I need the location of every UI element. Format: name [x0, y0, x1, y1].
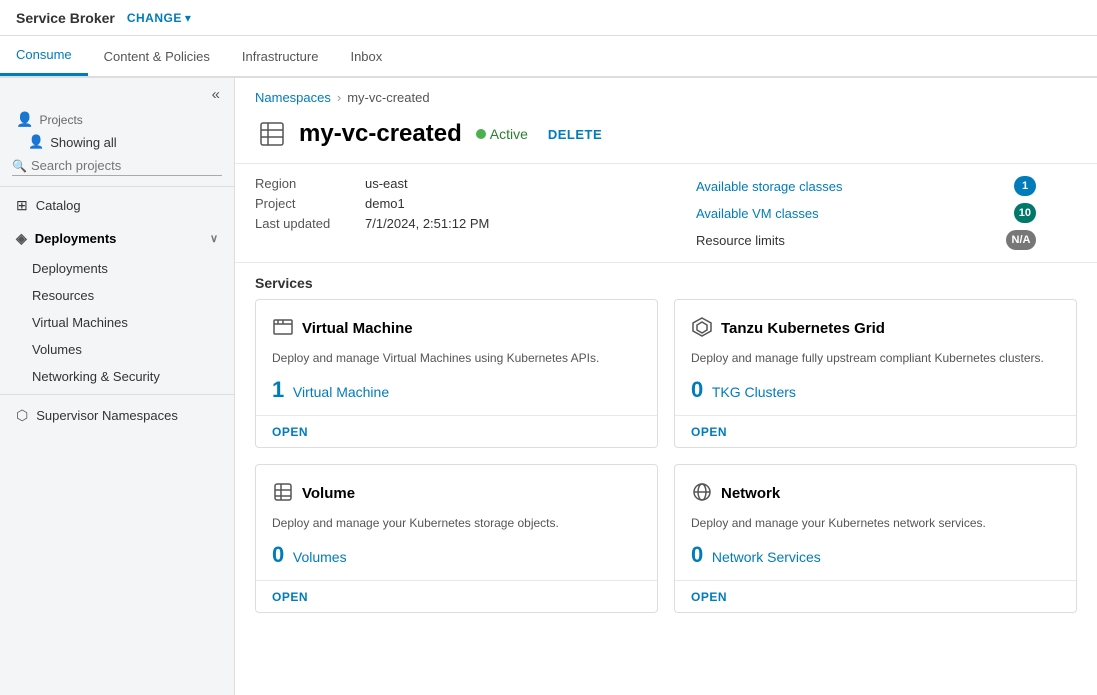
- sidebar-item-deployments[interactable]: ◈ Deployments ∨: [0, 222, 234, 255]
- network-open-link[interactable]: OPEN: [691, 590, 727, 604]
- tanzu-kubernetes-count-label: TKG Clusters: [712, 384, 796, 400]
- namespace-icon: [255, 117, 289, 151]
- breadcrumb-parent-link[interactable]: Namespaces: [255, 90, 331, 105]
- tanzu-kubernetes-grid-card-title: Tanzu Kubernetes Grid: [721, 320, 885, 337]
- breadcrumb-current: my-vc-created: [347, 90, 429, 105]
- project-value: demo1: [365, 196, 405, 211]
- projects-icon: 👤: [16, 111, 33, 128]
- volume-count-label: Volumes: [293, 549, 347, 565]
- project-label: Project: [255, 196, 365, 211]
- network-card-title: Network: [721, 485, 780, 502]
- virtual-machine-count-num: 1: [272, 377, 284, 402]
- region-value: us-east: [365, 176, 408, 191]
- services-section-label: Services: [235, 262, 1097, 299]
- network-count-label: Network Services: [712, 549, 821, 565]
- status-label: Active: [490, 126, 528, 142]
- projects-label: Projects: [39, 113, 82, 127]
- breadcrumb-separator: ›: [337, 90, 341, 105]
- sidebar-sub-item-resources[interactable]: Resources: [0, 282, 234, 309]
- vm-classes-row: Available VM classes 10: [696, 203, 1036, 223]
- virtual-machine-card-title: Virtual Machine: [302, 320, 413, 337]
- service-card-tanzu-kubernetes-grid: Tanzu Kubernetes Grid Deploy and manage …: [674, 299, 1077, 448]
- last-updated-label: Last updated: [255, 216, 365, 231]
- sidebar-collapse-button[interactable]: «: [206, 84, 226, 105]
- region-label: Region: [255, 176, 365, 191]
- tab-consume[interactable]: Consume: [0, 36, 88, 76]
- sidebar-sub-item-virtual-machines[interactable]: Virtual Machines: [0, 309, 234, 336]
- sidebar-sub-item-deployments[interactable]: Deployments: [0, 255, 234, 282]
- storage-classes-link[interactable]: Available storage classes: [696, 179, 842, 194]
- tanzu-kubernetes-count-num: 0: [691, 377, 703, 402]
- volume-card-icon: [272, 481, 294, 506]
- page-title: my-vc-created: [299, 120, 462, 148]
- sidebar-item-catalog[interactable]: ⊞ Catalog: [0, 189, 234, 222]
- showing-all-label: Showing all: [50, 135, 117, 150]
- network-card-desc: Deploy and manage your Kubernetes networ…: [691, 514, 1060, 532]
- service-card-volume: Volume Deploy and manage your Kubernetes…: [255, 464, 658, 613]
- sidebar-sub-item-volumes[interactable]: Volumes: [0, 336, 234, 363]
- breadcrumb: Namespaces › my-vc-created: [235, 78, 1097, 111]
- tab-inbox[interactable]: Inbox: [334, 36, 398, 76]
- search-projects-input[interactable]: [31, 158, 222, 173]
- virtual-machine-card-icon: [272, 316, 294, 341]
- last-updated-value: 7/1/2024, 2:51:12 PM: [365, 216, 489, 231]
- storage-classes-row: Available storage classes 1: [696, 176, 1036, 196]
- status-badge: Active: [476, 126, 528, 142]
- vm-classes-link[interactable]: Available VM classes: [696, 206, 819, 221]
- sidebar-sub-item-networking-security[interactable]: Networking & Security: [0, 363, 234, 390]
- supervisor-namespaces-icon: ⬡: [16, 407, 28, 424]
- deployments-icon: ◈: [16, 230, 27, 247]
- resource-limits-badge: N/A: [1006, 230, 1036, 250]
- service-broker-brand: Service Broker: [16, 10, 115, 26]
- change-button[interactable]: CHANGE ▾: [127, 11, 191, 25]
- delete-button[interactable]: DELETE: [548, 127, 602, 142]
- showing-all-icon: 👤: [28, 134, 44, 150]
- tanzu-kubernetes-grid-card-desc: Deploy and manage fully upstream complia…: [691, 349, 1060, 367]
- vm-classes-badge: 10: [1014, 203, 1036, 223]
- tanzu-kubernetes-grid-open-link[interactable]: OPEN: [691, 425, 727, 439]
- change-label: CHANGE: [127, 11, 182, 25]
- storage-classes-badge: 1: [1014, 176, 1036, 196]
- sidebar-item-supervisor-namespaces[interactable]: ⬡ Supervisor Namespaces: [0, 399, 234, 432]
- deployments-chevron-icon: ∨: [210, 232, 218, 245]
- resource-limits-row: Resource limits N/A: [696, 230, 1036, 250]
- tab-infrastructure[interactable]: Infrastructure: [226, 36, 335, 76]
- chevron-down-icon: ▾: [185, 11, 191, 25]
- volume-count-num: 0: [272, 542, 284, 567]
- status-dot: [476, 129, 486, 139]
- tanzu-kubernetes-grid-card-icon: [691, 316, 713, 341]
- virtual-machine-card-desc: Deploy and manage Virtual Machines using…: [272, 349, 641, 367]
- network-count-num: 0: [691, 542, 703, 567]
- volume-open-link[interactable]: OPEN: [272, 590, 308, 604]
- search-icon: 🔍: [12, 159, 27, 173]
- resource-limits-label: Resource limits: [696, 233, 785, 248]
- tab-content-policies[interactable]: Content & Policies: [88, 36, 226, 76]
- catalog-icon: ⊞: [16, 197, 28, 214]
- service-card-network: Network Deploy and manage your Kubernete…: [674, 464, 1077, 613]
- network-card-icon: [691, 481, 713, 506]
- volume-card-title: Volume: [302, 485, 355, 502]
- volume-card-desc: Deploy and manage your Kubernetes storag…: [272, 514, 641, 532]
- service-card-virtual-machine: Virtual Machine Deploy and manage Virtua…: [255, 299, 658, 448]
- virtual-machine-count-label: Virtual Machine: [293, 384, 389, 400]
- virtual-machine-open-link[interactable]: OPEN: [272, 425, 308, 439]
